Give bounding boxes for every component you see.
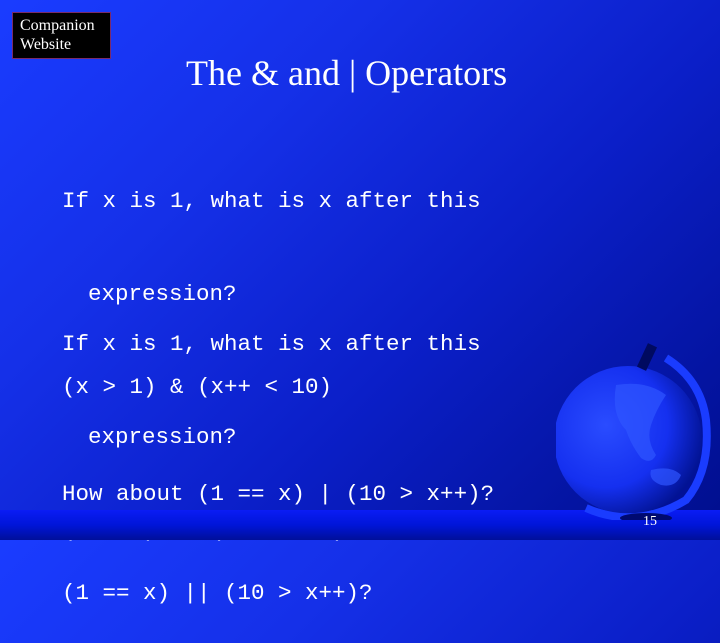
page-number: 15 [643,514,657,529]
slide-title: The & and | Operators [186,53,508,93]
question-2-text: If x is 1, what is x after this [62,331,481,357]
globe-icon [556,343,711,520]
badge-line-2: Website [20,36,72,53]
question-3-expression: (1 == x) || (10 > x++)? [62,580,373,606]
question-3-text: How about (1 == x) | (10 > x++)? [62,481,495,507]
companion-website-badge[interactable]: Companion Website [12,12,111,59]
question-1-text: If x is 1, what is x after this [62,188,481,214]
badge-line-1: Companion [20,17,95,34]
